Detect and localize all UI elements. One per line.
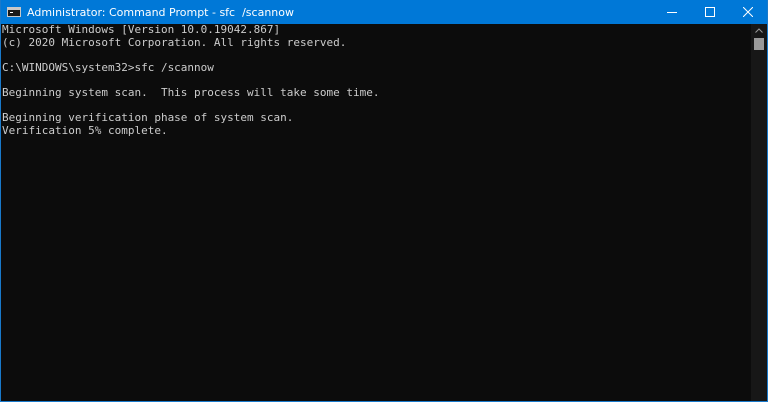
- vertical-scrollbar[interactable]: [751, 24, 767, 401]
- window-controls: [653, 0, 767, 24]
- title-bar[interactable]: Administrator: Command Prompt - sfc /sca…: [1, 0, 767, 24]
- console-output[interactable]: Microsoft Windows [Version 10.0.19042.86…: [1, 24, 751, 401]
- console-line: (c) 2020 Microsoft Corporation. All righ…: [2, 35, 347, 49]
- console-line: Beginning system scan. This process will…: [2, 85, 380, 99]
- console-line: Beginning verification phase of system s…: [2, 111, 294, 125]
- chevron-up-icon: [755, 27, 763, 33]
- scroll-up-button[interactable]: [751, 24, 767, 36]
- scroll-thumb[interactable]: [754, 38, 764, 50]
- command-prompt-window: Administrator: Command Prompt - sfc /sca…: [0, 0, 768, 402]
- console-line: Microsoft Windows [Version 10.0.19042.86…: [2, 24, 281, 36]
- minimize-icon: [667, 12, 677, 13]
- command-line: C:\WINDOWS\system32>sfc /scannow: [2, 60, 214, 74]
- maximize-button[interactable]: [691, 0, 729, 24]
- maximize-icon: [705, 7, 715, 17]
- cmd-icon[interactable]: [7, 7, 21, 17]
- close-icon: [743, 7, 753, 17]
- close-button[interactable]: [729, 0, 767, 24]
- window-title: Administrator: Command Prompt - sfc /sca…: [27, 5, 294, 19]
- console-line: [1, 49, 751, 62]
- minimize-button[interactable]: [653, 0, 691, 24]
- progress-line: Verification 5% complete.: [2, 123, 168, 137]
